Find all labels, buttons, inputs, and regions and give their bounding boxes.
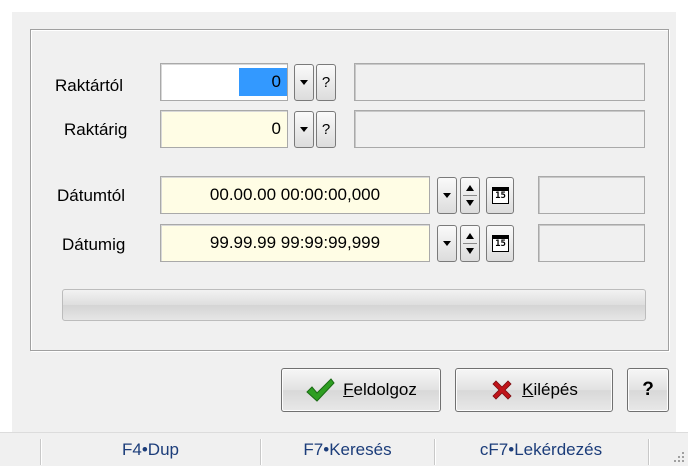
kilepes-button[interactable]: Kilépés <box>455 368 613 412</box>
dropdown-arrow-icon <box>443 193 451 198</box>
question-icon: ? <box>321 121 331 138</box>
datumtol-input[interactable]: 00.00.00 00:00:00,000 <box>160 176 430 214</box>
raktarig-name-display <box>354 110 645 148</box>
datumtol-calendar-button[interactable]: 15 <box>486 177 514 214</box>
checkmark-icon <box>305 377 335 403</box>
question-icon: ? <box>321 74 331 91</box>
spin-down-icon <box>466 248 474 254</box>
feldolgoz-button[interactable]: Feldolgoz <box>281 368 441 412</box>
statusbar-f4-dup[interactable]: F4•Dup <box>41 433 260 466</box>
window-edge <box>0 0 688 12</box>
datumig-spin-button[interactable] <box>460 225 480 262</box>
raktartol-dropdown-button[interactable] <box>294 64 314 101</box>
datumtol-extra-display <box>538 176 645 214</box>
statusbar: F4•Dup F7•Keresés cF7•Lekérdezés <box>0 432 688 466</box>
datumtol-spin-button[interactable] <box>460 177 480 214</box>
kilepes-label: Kilépés <box>522 380 578 399</box>
raktarig-input[interactable]: 0 <box>160 110 288 148</box>
spin-up-icon <box>466 185 474 191</box>
datumig-dropdown-button[interactable] <box>437 225 457 262</box>
statusbar-cf7-lekerdezes[interactable]: cF7•Lekérdezés <box>435 433 647 466</box>
dropdown-arrow-icon <box>300 127 308 132</box>
feldolgoz-label: Feldolgoz <box>343 380 417 399</box>
statusbar-f7-kereses[interactable]: F7•Keresés <box>261 433 434 466</box>
window-edge <box>0 0 12 466</box>
datumig-calendar-button[interactable]: 15 <box>486 225 514 262</box>
window-edge <box>676 0 688 466</box>
datumig-value: 99.99.99 99:99:99,999 <box>209 233 381 252</box>
datumig-label: Dátumig <box>62 235 126 254</box>
size-grip-icon[interactable] <box>670 448 684 462</box>
raktarig-value: 0 <box>271 119 281 138</box>
raktartol-name-display <box>354 63 645 101</box>
raktartol-lookup-button[interactable]: ? <box>316 64 336 101</box>
help-icon: ? <box>642 379 654 400</box>
raktartol-input[interactable]: 0 <box>160 63 288 101</box>
raktartol-label: Raktártól <box>55 76 124 95</box>
spin-up-icon <box>466 233 474 239</box>
dropdown-arrow-icon <box>443 241 451 246</box>
datumtol-dropdown-button[interactable] <box>437 177 457 214</box>
dialog-window: Raktártól 0 ? Raktárig 0 ? Dátumtól 00.0… <box>0 0 688 466</box>
raktarig-label: Raktárig <box>64 120 128 139</box>
progress-bar <box>62 289 646 321</box>
statusbar-separator <box>648 439 649 465</box>
datumtol-label: Dátumtól <box>57 186 126 205</box>
calendar-icon: 15 <box>492 235 509 252</box>
datumtol-value: 00.00.00 00:00:00,000 <box>209 185 381 204</box>
raktarig-dropdown-button[interactable] <box>294 111 314 148</box>
raktartol-value: 0 <box>271 72 281 91</box>
dropdown-arrow-icon <box>300 80 308 85</box>
calendar-icon: 15 <box>492 187 509 204</box>
close-x-icon <box>490 378 514 402</box>
raktarig-lookup-button[interactable]: ? <box>316 111 336 148</box>
datumig-input[interactable]: 99.99.99 99:99:99,999 <box>160 224 430 262</box>
help-button[interactable]: ? <box>627 368 669 412</box>
spin-down-icon <box>466 200 474 206</box>
datumig-extra-display <box>538 224 645 262</box>
